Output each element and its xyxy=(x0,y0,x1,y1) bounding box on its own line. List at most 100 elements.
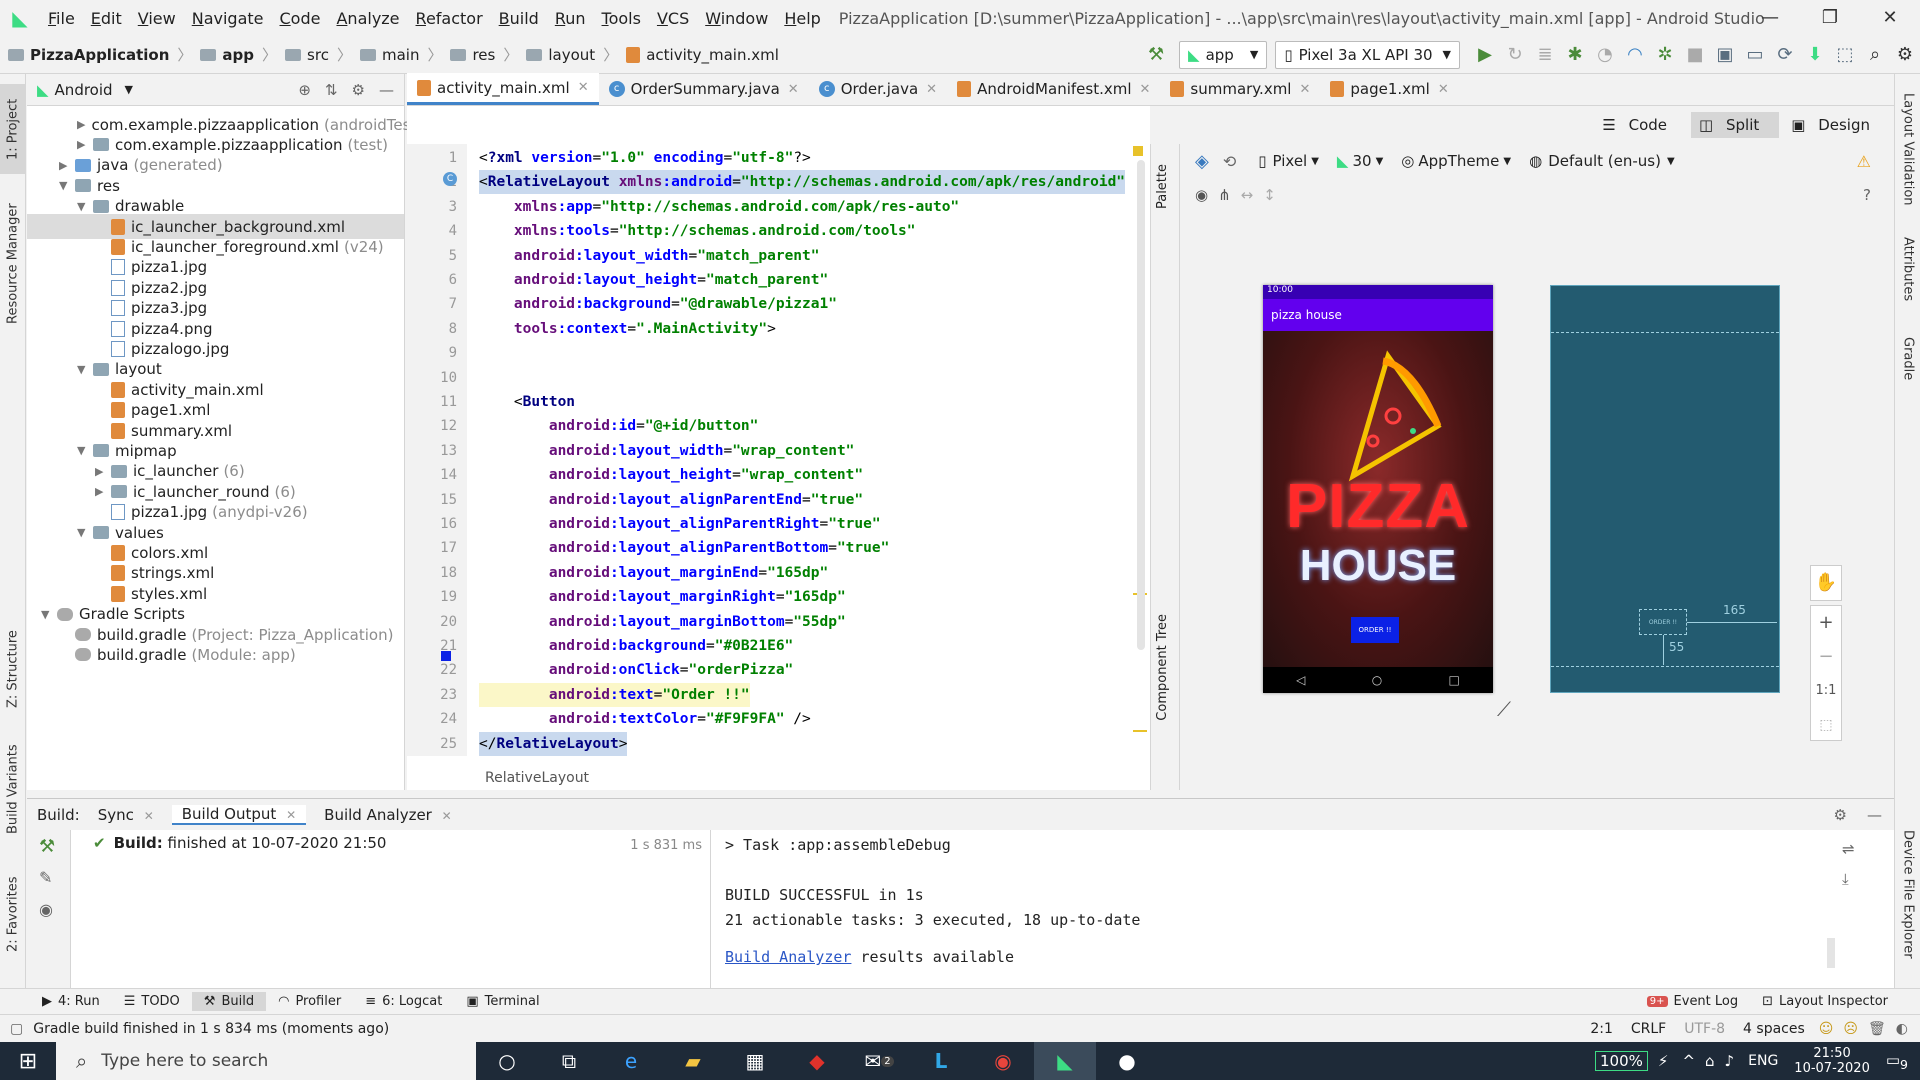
tab-layout-inspector[interactable]: ⊡ Layout Inspector xyxy=(1750,992,1900,1011)
editor-tab[interactable]: page1.xml ✕ xyxy=(1320,73,1458,105)
design-mode-button[interactable]: ▣ Design xyxy=(1783,112,1890,138)
avd-manager-icon[interactable]: ▭ xyxy=(1740,44,1770,65)
horizontal-arrows-icon[interactable]: ↔ xyxy=(1241,186,1254,204)
trash-icon[interactable]: 🗑 xyxy=(1868,1021,1886,1037)
close-tab-icon[interactable]: ✕ xyxy=(282,808,296,822)
mcafee-icon[interactable]: ◆ xyxy=(786,1042,848,1080)
caret-position[interactable]: 2:1 xyxy=(1590,1021,1613,1037)
chevron-right-icon[interactable]: ▶ xyxy=(77,138,93,151)
pan-icon[interactable]: ✋ xyxy=(1810,565,1842,601)
indent-setting[interactable]: 4 spaces xyxy=(1743,1021,1805,1037)
menu-edit[interactable]: Edit xyxy=(83,9,130,28)
resize-handle-icon[interactable]: ⟋ xyxy=(1497,697,1511,721)
store-icon[interactable]: ▦ xyxy=(724,1042,786,1080)
menu-run[interactable]: Run xyxy=(547,9,594,28)
warning-icon[interactable]: ⚠ xyxy=(1857,152,1871,171)
build-tab[interactable]: Build Analyzer ✕ xyxy=(314,806,462,824)
code-line[interactable]: android:layout_marginRight="165dp" xyxy=(479,585,846,609)
code-line[interactable]: <?xml version="1.0" encoding="utf-8"?> xyxy=(479,146,811,170)
eye-icon[interactable]: ◉ xyxy=(1195,186,1208,204)
code-line[interactable]: android:layout_width="match_parent" xyxy=(479,244,820,268)
build-status-row[interactable]: ✔ Build: finished at 10-07-2020 21:50 xyxy=(93,834,386,852)
profile-icon[interactable]: ◠ xyxy=(1620,44,1650,65)
code-line[interactable]: android:background="@drawable/pizza1" xyxy=(479,292,837,316)
gear-icon[interactable]: ⚙ xyxy=(1834,806,1847,824)
code-line[interactable]: android:background="#0B21E6" xyxy=(479,634,793,658)
soft-wrap-icon[interactable]: ⇌ xyxy=(1842,840,1855,858)
apply-changes-icon[interactable]: ↻ xyxy=(1500,44,1530,65)
collapse-all-icon[interactable]: ⇅ xyxy=(325,81,338,99)
menu-navigate[interactable]: Navigate xyxy=(184,9,272,28)
build-tab[interactable]: Build Output ✕ xyxy=(171,804,307,825)
close-tab-icon[interactable]: ✕ xyxy=(788,82,799,97)
menu-vcs[interactable]: VCS xyxy=(649,9,697,28)
attach-debugger-icon[interactable]: ✲ xyxy=(1650,44,1680,65)
menu-file[interactable]: File xyxy=(40,9,83,28)
edge-icon[interactable]: e xyxy=(600,1042,662,1080)
hammer-icon[interactable]: ⚒ xyxy=(39,836,55,857)
theme-select[interactable]: AppTheme xyxy=(1418,152,1499,170)
device-select[interactable]: ▯ Pixel 3a XL API 30 ▼ xyxy=(1275,40,1460,69)
chevron-down-icon[interactable]: ▼ xyxy=(77,526,93,539)
split-mode-button[interactable]: ◫ Split xyxy=(1691,112,1780,138)
chevron-up-icon[interactable]: ^ xyxy=(1682,1052,1695,1070)
volume-icon[interactable]: ♪ xyxy=(1725,1052,1735,1070)
breadcrumb-item[interactable]: src 〉 xyxy=(277,44,352,65)
tab-layout-validation[interactable]: Layout Validation xyxy=(1895,84,1920,214)
code-line[interactable]: android:layout_alignParentRight="true" xyxy=(479,512,881,536)
menu-analyze[interactable]: Analyze xyxy=(328,9,407,28)
code-mode-button[interactable]: ☰ Code xyxy=(1594,112,1687,138)
locale-select[interactable]: Default (en-us) xyxy=(1548,152,1661,170)
warning-marker-icon[interactable] xyxy=(1133,146,1143,156)
close-tab-icon[interactable]: ✕ xyxy=(1438,82,1449,97)
run-config-select[interactable]: ◣ app ▼ xyxy=(1179,40,1268,69)
code-line[interactable]: android:layout_marginBottom="55dp" xyxy=(479,610,846,634)
file-explorer-icon[interactable]: ▰ xyxy=(662,1042,724,1080)
menu-build[interactable]: Build xyxy=(491,9,547,28)
chevron-down-icon[interactable]: ▼ xyxy=(59,179,75,192)
line-separator[interactable]: CRLF xyxy=(1631,1021,1666,1037)
project-view-select[interactable]: Android xyxy=(55,81,113,99)
stop-icon[interactable]: ■ xyxy=(1680,44,1710,65)
plug-icon[interactable]: ⚡ xyxy=(1658,1052,1669,1070)
tab-attributes[interactable]: Attributes xyxy=(1895,224,1920,314)
frown-icon[interactable]: ☹ xyxy=(1843,1021,1858,1037)
help-icon[interactable]: ? xyxy=(1863,186,1871,204)
chevron-down-icon[interactable]: ▼ xyxy=(41,608,57,621)
gear-icon[interactable]: ⚙ xyxy=(352,81,365,99)
code-line[interactable]: android:id="@+id/button" xyxy=(479,414,759,438)
pin-icon[interactable]: ✎ xyxy=(39,868,52,887)
layers-icon[interactable]: ◈ xyxy=(1195,151,1209,172)
chrome-icon[interactable]: ◉ xyxy=(972,1042,1034,1080)
apply-code-icon[interactable]: ≣ xyxy=(1530,44,1560,65)
breadcrumb-item[interactable]: main 〉 xyxy=(352,44,442,65)
hide-icon[interactable]: — xyxy=(379,81,394,99)
tab-favorites[interactable]: 2: Favorites xyxy=(0,859,26,969)
order-button-preview[interactable]: ORDER !! xyxy=(1351,617,1399,643)
tree-item[interactable]: build.gradle (Module: app) xyxy=(27,642,404,667)
smile-icon[interactable]: ☺ xyxy=(1819,1021,1834,1037)
close-tab-icon[interactable]: ✕ xyxy=(578,80,589,95)
hammer-icon[interactable]: ⚒ xyxy=(1141,44,1171,65)
chevron-down-icon[interactable]: ▼ xyxy=(77,444,93,457)
code-line[interactable]: android:onClick="orderPizza" xyxy=(479,658,793,682)
task-view-icon[interactable]: ⧉ xyxy=(538,1042,600,1080)
tab-project[interactable]: 1: Project xyxy=(0,84,26,174)
close-tab-icon[interactable]: ✕ xyxy=(1299,82,1310,97)
code-line[interactable]: android:textColor="#F9F9FA" /> xyxy=(479,707,811,731)
android-studio-taskbar-icon[interactable]: ◣ xyxy=(1034,1042,1096,1080)
tab-event-log[interactable]: 9+ Event Log xyxy=(1635,992,1750,1011)
menu-tools[interactable]: Tools xyxy=(594,9,649,28)
coverage-icon[interactable]: ◔ xyxy=(1590,44,1620,65)
zoom-fit-icon[interactable]: ⬚ xyxy=(1811,708,1841,742)
minimize-icon[interactable]: — xyxy=(1740,0,1800,36)
tab-run[interactable]: ▶ 4: Run xyxy=(30,992,112,1011)
github-icon[interactable]: ● xyxy=(1096,1042,1158,1080)
tab-structure[interactable]: Z: Structure xyxy=(0,614,26,724)
tab-todo[interactable]: ☰ TODO xyxy=(112,992,192,1011)
mail-icon[interactable]: ✉ 2 xyxy=(848,1042,910,1080)
code-line[interactable]: xmlns:app="http://schemas.android.com/ap… xyxy=(479,195,959,219)
chevron-down-icon[interactable]: ▼ xyxy=(77,200,93,213)
language-indicator[interactable]: ENG xyxy=(1748,1053,1778,1069)
network-icon[interactable]: ⌂ xyxy=(1705,1052,1715,1070)
